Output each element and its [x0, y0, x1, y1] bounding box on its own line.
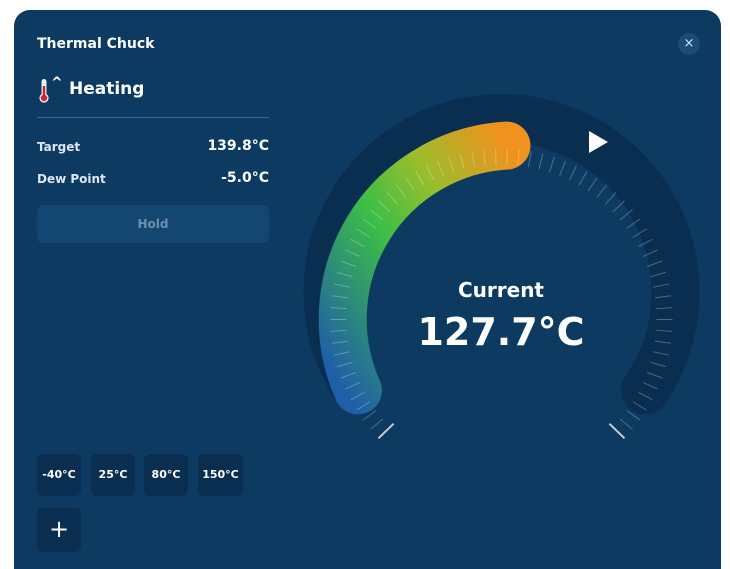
temperature-gauge [303, 94, 700, 440]
gauge-tick [608, 422, 626, 440]
gauge-tick [612, 200, 625, 213]
gauge-tick [495, 148, 497, 165]
gauge-tick [538, 153, 544, 170]
gauge-tick [370, 418, 384, 430]
gauge-tick [377, 422, 395, 440]
gauge-value: 127.7°C [417, 310, 585, 354]
gauge-tick [506, 148, 508, 165]
gauge-tick [619, 418, 633, 430]
gauge-tick [578, 171, 588, 186]
gauge-label: Current [457, 278, 544, 302]
gauge-tick [596, 184, 608, 198]
gauge-tick [604, 192, 617, 205]
thermal-chuck-panel: Thermal Chuck × ^ Heating Target 139.8°C… [14, 10, 721, 569]
gauge-tick [587, 177, 598, 192]
gauge-tick [559, 160, 567, 176]
gauge-tick [548, 156, 555, 173]
gauge-tick [568, 165, 577, 181]
